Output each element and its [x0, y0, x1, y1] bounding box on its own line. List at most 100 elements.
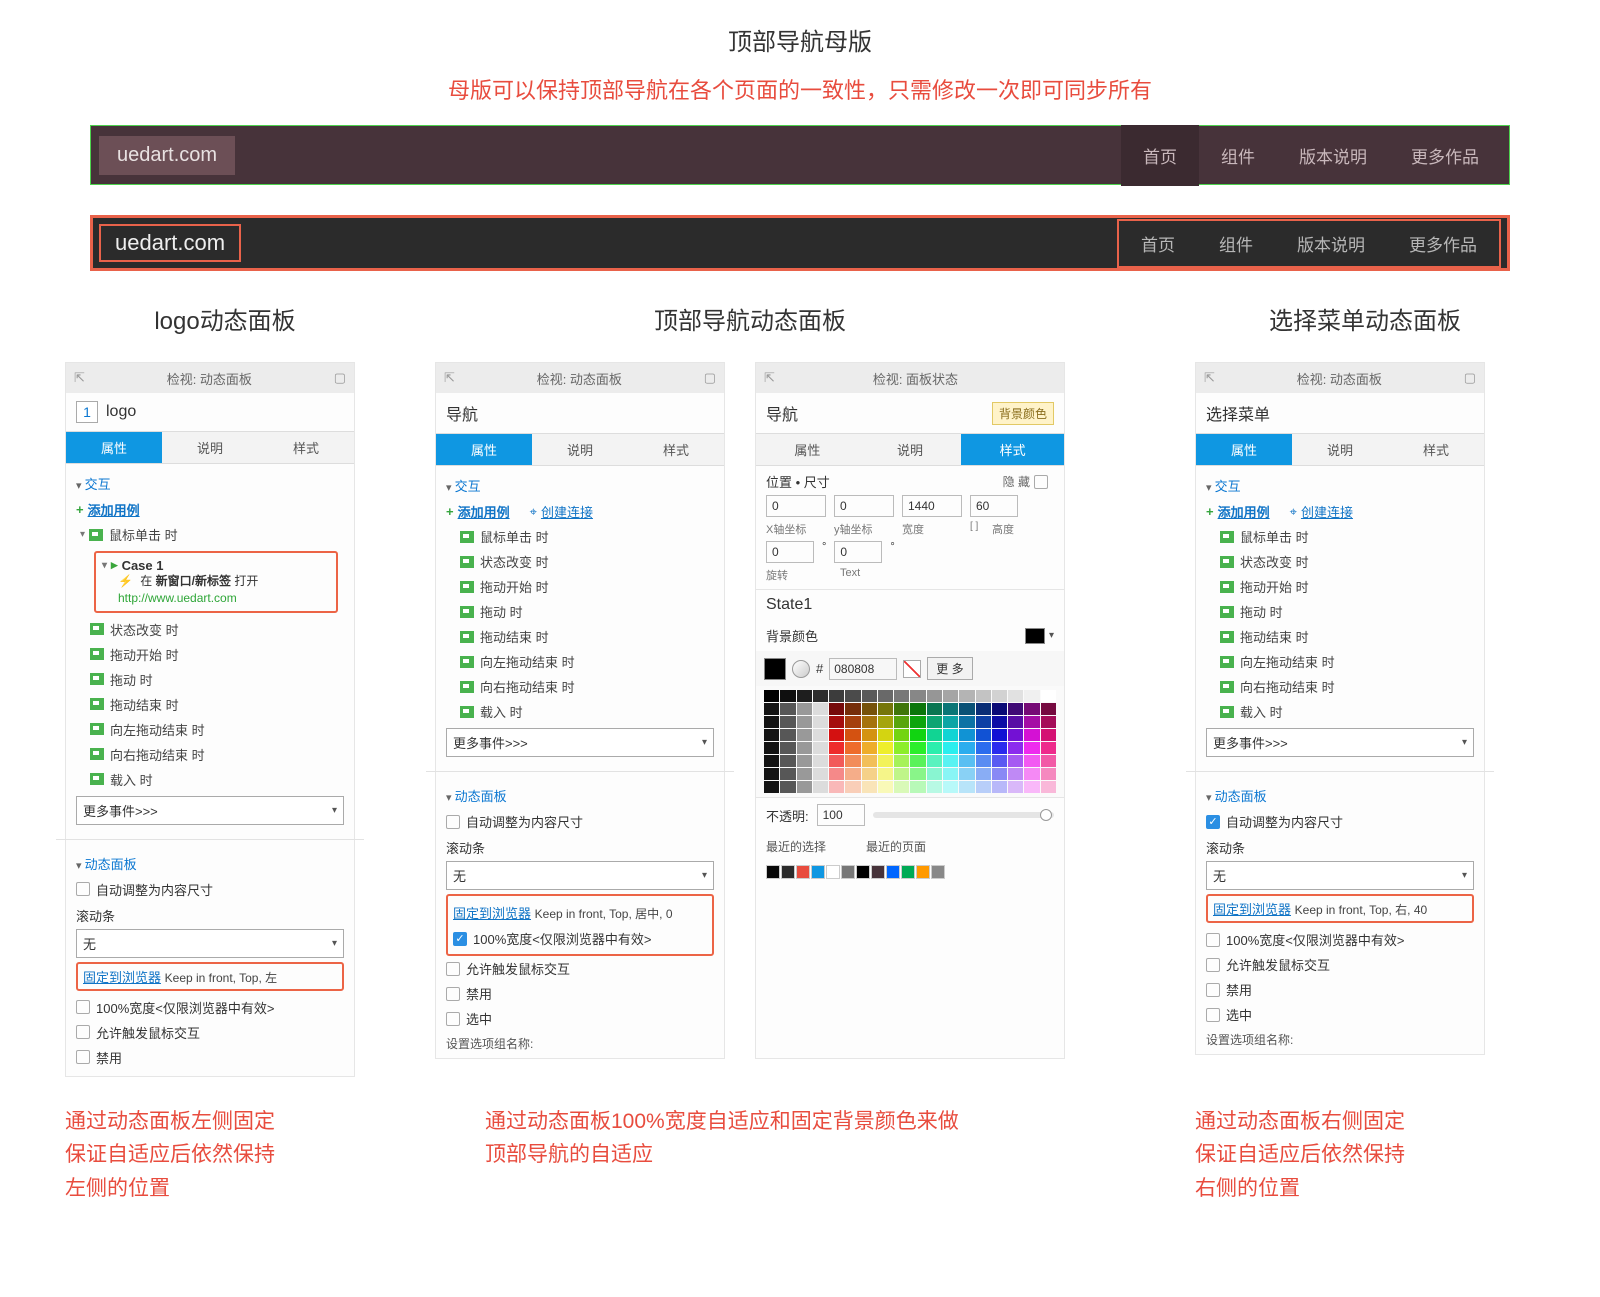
scrollbar-select[interactable]: 无▾: [1206, 861, 1474, 890]
tab-style[interactable]: 样式: [1388, 433, 1484, 466]
event-drag[interactable]: 拖动 时: [480, 602, 523, 621]
event-load[interactable]: 载入 时: [110, 770, 153, 789]
checkbox-autosize[interactable]: ✓: [1206, 815, 1220, 829]
group-dynamic-panel[interactable]: 动态面板: [446, 782, 714, 809]
state-name[interactable]: State1: [756, 589, 1064, 620]
doc-icon[interactable]: ▢: [1464, 370, 1476, 386]
event-load[interactable]: 载入 时: [480, 702, 523, 721]
tab-attributes[interactable]: 属性: [1196, 433, 1292, 466]
nav-link2-components[interactable]: 组件: [1197, 221, 1275, 266]
nav-link-more[interactable]: 更多作品: [1389, 125, 1501, 186]
tab-style[interactable]: 样式: [628, 433, 724, 466]
case-block[interactable]: ▾▸Case 1 ⚡ 在 新窗口/新标签 打开 http://www.uedar…: [94, 551, 338, 613]
nav-link2-versions[interactable]: 版本说明: [1275, 221, 1387, 266]
hex-input[interactable]: 080808: [829, 658, 897, 680]
doc-icon[interactable]: ▢: [334, 370, 346, 386]
panel-name[interactable]: 选择菜单: [1206, 401, 1270, 425]
pin-to-browser-link[interactable]: 固定到浏览器: [453, 906, 531, 921]
tab-attributes[interactable]: 属性: [436, 433, 532, 466]
group-interactions[interactable]: 交互: [76, 470, 344, 497]
color-palette[interactable]: [756, 686, 1064, 797]
group-interactions[interactable]: 交互: [1206, 472, 1474, 499]
nav-link-home[interactable]: 首页: [1121, 125, 1199, 186]
checkbox-autosize[interactable]: [446, 815, 460, 829]
event-state-change[interactable]: 状态改变 时: [1240, 552, 1309, 571]
pin-to-browser-row[interactable]: 固定到浏览器 Keep in front, Top, 左: [76, 962, 344, 991]
tab-style[interactable]: 样式: [961, 433, 1064, 466]
tab-description[interactable]: 说明: [859, 433, 962, 466]
create-link[interactable]: 创建连接: [1301, 502, 1353, 521]
nav-link-components[interactable]: 组件: [1199, 125, 1277, 186]
group-dynamic-panel[interactable]: 动态面板: [1206, 782, 1474, 809]
navbar-logo[interactable]: uedart.com: [99, 136, 235, 175]
event-drag-start[interactable]: 拖动开始 时: [110, 645, 179, 664]
event-drag-end[interactable]: 拖动结束 时: [1240, 627, 1309, 646]
pin-icon[interactable]: ⇱: [1204, 370, 1215, 386]
checkbox-fullwidth[interactable]: [76, 1000, 90, 1014]
event-mouse-click[interactable]: 鼠标单击 时: [1240, 527, 1309, 546]
event-drag-end[interactable]: 拖动结束 时: [110, 695, 179, 714]
opacity-slider[interactable]: [873, 812, 1054, 818]
tab-attributes[interactable]: 属性: [756, 433, 859, 466]
scrollbar-select[interactable]: 无▾: [76, 929, 344, 958]
eyedropper-icon[interactable]: [792, 660, 810, 678]
event-mouse-click[interactable]: 鼠标单击 时: [480, 527, 549, 546]
pin-to-browser-link[interactable]: 固定到浏览器: [83, 970, 161, 985]
more-events-select[interactable]: 更多事件>>>▾: [76, 796, 344, 825]
input-rotation[interactable]: 0: [766, 541, 814, 563]
pin-to-browser-row[interactable]: 固定到浏览器 Keep in front, Top, 右, 40: [1206, 894, 1474, 923]
panel-name[interactable]: logo: [106, 403, 136, 421]
current-color-swatch[interactable]: [764, 658, 786, 680]
event-drag-left-end[interactable]: 向左拖动结束 时: [480, 652, 575, 671]
nav-link2-more[interactable]: 更多作品: [1387, 221, 1499, 266]
doc-icon[interactable]: ▢: [704, 370, 716, 386]
navbar-logo-selected[interactable]: uedart.com: [99, 224, 241, 262]
event-state-change[interactable]: 状态改变 时: [480, 552, 549, 571]
tab-description[interactable]: 说明: [532, 433, 628, 466]
event-drag[interactable]: 拖动 时: [110, 670, 153, 689]
lock-aspect-icon[interactable]: [ ]: [970, 521, 984, 537]
checkbox-fullwidth[interactable]: ✓: [453, 932, 467, 946]
event-drag-start[interactable]: 拖动开始 时: [1240, 577, 1309, 596]
event-load[interactable]: 载入 时: [1240, 702, 1283, 721]
pin-icon[interactable]: ⇱: [764, 370, 775, 386]
panel-name[interactable]: 导航: [446, 401, 478, 425]
input-y[interactable]: 0: [834, 495, 894, 517]
more-events-select[interactable]: 更多事件>>>▾: [446, 728, 714, 757]
input-text-rotation[interactable]: 0: [834, 541, 882, 563]
group-interactions[interactable]: 交互: [446, 472, 714, 499]
event-drag-end[interactable]: 拖动结束 时: [480, 627, 549, 646]
tab-style[interactable]: 样式: [258, 431, 354, 464]
checkbox-fullwidth[interactable]: [1206, 933, 1220, 947]
add-case-link[interactable]: 添加用例: [88, 500, 140, 519]
group-dynamic-panel[interactable]: 动态面板: [76, 850, 344, 877]
checkbox-hide[interactable]: [1034, 475, 1048, 489]
panel-name[interactable]: 导航: [766, 401, 798, 425]
event-state-change[interactable]: 状态改变 时: [110, 620, 179, 639]
event-drag-right-end[interactable]: 向右拖动结束 时: [480, 677, 575, 696]
event-drag-left-end[interactable]: 向左拖动结束 时: [1240, 652, 1335, 671]
create-link[interactable]: 创建连接: [541, 502, 593, 521]
pin-to-browser-link[interactable]: 固定到浏览器: [1213, 902, 1291, 917]
event-drag-right-end[interactable]: 向右拖动结束 时: [110, 745, 205, 764]
checkbox-selected[interactable]: [446, 1012, 460, 1026]
input-h[interactable]: 60: [970, 495, 1018, 517]
bg-color-swatch[interactable]: [1025, 628, 1045, 644]
checkbox-autosize[interactable]: [76, 882, 90, 896]
checkbox-mouse[interactable]: [76, 1025, 90, 1039]
checkbox-disable[interactable]: [1206, 983, 1220, 997]
nav-link-versions[interactable]: 版本说明: [1277, 125, 1389, 186]
checkbox-mouse[interactable]: [446, 962, 460, 976]
checkbox-mouse[interactable]: [1206, 958, 1220, 972]
pin-icon[interactable]: ⇱: [74, 370, 85, 386]
add-case-link[interactable]: 添加用例: [458, 502, 510, 521]
more-colors-button[interactable]: 更 多: [927, 657, 972, 680]
input-w[interactable]: 1440: [902, 495, 962, 517]
input-opacity[interactable]: 100: [817, 804, 865, 826]
event-mouse-click[interactable]: 鼠标单击 时: [109, 525, 178, 544]
event-drag[interactable]: 拖动 时: [1240, 602, 1283, 621]
more-events-select[interactable]: 更多事件>>>▾: [1206, 728, 1474, 757]
add-case-link[interactable]: 添加用例: [1218, 502, 1270, 521]
chevron-down-icon[interactable]: ▾: [1049, 630, 1054, 641]
event-drag-right-end[interactable]: 向右拖动结束 时: [1240, 677, 1335, 696]
